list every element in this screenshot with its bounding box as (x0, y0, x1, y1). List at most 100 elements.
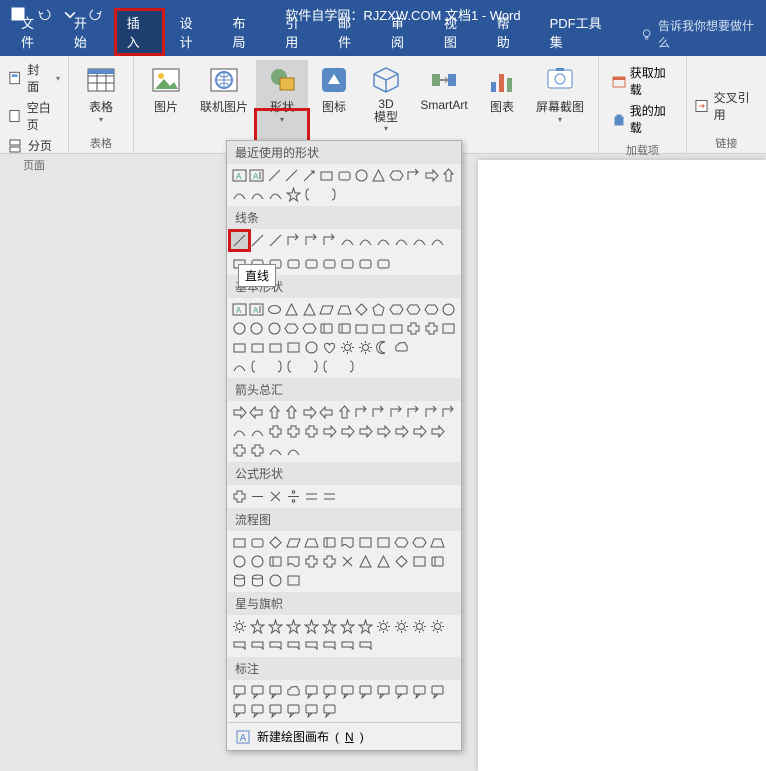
shape-tri[interactable] (375, 553, 392, 570)
shape-darrow[interactable] (283, 404, 299, 421)
shape-rarrow[interactable] (357, 423, 374, 440)
shape-rarrow[interactable] (231, 404, 247, 421)
tab-design[interactable]: 设计 (167, 8, 218, 56)
shape-tri[interactable] (283, 301, 299, 318)
tab-pdf[interactable]: PDF工具集 (537, 8, 625, 56)
shape-rect[interactable] (388, 320, 404, 337)
shape-plus[interactable] (267, 423, 284, 440)
shape-generic[interactable] (375, 534, 392, 551)
shape-callout[interactable] (231, 683, 248, 700)
shape-star[interactable] (267, 618, 284, 635)
shape-rarrow[interactable] (423, 167, 439, 184)
shape-plus[interactable] (249, 442, 266, 459)
shape-can[interactable] (321, 534, 338, 551)
shape-curve[interactable] (231, 358, 248, 375)
shape-rrect[interactable] (375, 255, 392, 272)
shape-curve[interactable] (393, 232, 410, 249)
shape-curve[interactable] (339, 232, 356, 249)
shape-curve[interactable] (411, 232, 428, 249)
shape-can[interactable] (267, 553, 284, 570)
shape-circ[interactable] (266, 320, 282, 337)
shape-rarrow[interactable] (375, 423, 392, 440)
shape-sun[interactable] (429, 618, 446, 635)
shape-plus[interactable] (285, 423, 302, 440)
shape-line[interactable] (249, 232, 266, 249)
shape-plus[interactable] (406, 320, 422, 337)
shape-plus[interactable] (231, 442, 248, 459)
shape-trapez[interactable] (429, 534, 446, 551)
tab-mailings[interactable]: 邮件 (325, 8, 376, 56)
shape-hex[interactable] (411, 534, 428, 551)
shape-circ[interactable] (231, 553, 248, 570)
shape-tri[interactable] (357, 553, 374, 570)
tab-review[interactable]: 审阅 (378, 8, 429, 56)
shape-brace[interactable] (285, 358, 302, 375)
shape-moon[interactable] (375, 339, 392, 356)
shape-sun[interactable] (375, 618, 392, 635)
shape-callout[interactable] (375, 683, 392, 700)
tab-view[interactable]: 视图 (431, 8, 482, 56)
shape-darrow[interactable] (336, 404, 352, 421)
shape-rarrow[interactable] (339, 423, 356, 440)
shape-rect[interactable] (231, 339, 248, 356)
shape-cylinder[interactable] (249, 572, 266, 589)
shape-curve[interactable] (429, 232, 446, 249)
screenshot-button[interactable]: 屏幕截图▾ (528, 60, 592, 151)
shape-circ[interactable] (303, 339, 320, 356)
shape-cloud[interactable] (285, 683, 302, 700)
shape-rarrow[interactable] (411, 423, 428, 440)
shape-sun[interactable] (411, 618, 428, 635)
shape-banner[interactable] (249, 637, 266, 654)
shape-star[interactable] (321, 618, 338, 635)
shape-rect[interactable] (371, 320, 387, 337)
shape-hex[interactable] (393, 534, 410, 551)
shape-heart[interactable] (321, 339, 338, 356)
shape-hex[interactable] (406, 301, 422, 318)
shape-pent[interactable] (371, 301, 387, 318)
shape-textbox[interactable]: A (231, 301, 247, 318)
icons-button[interactable]: 图标 (308, 60, 360, 151)
cover-page-button[interactable]: 封面▾ (6, 60, 62, 96)
tab-help[interactable]: 帮助 (484, 8, 535, 56)
shape-curve[interactable] (357, 232, 374, 249)
shape-callout[interactable] (285, 702, 302, 719)
shape-minus[interactable] (249, 488, 266, 505)
shape-callout[interactable] (321, 702, 338, 719)
shape-textboxv[interactable]: A (248, 167, 264, 184)
smartart-button[interactable]: SmartArt (412, 60, 476, 151)
shapes-button[interactable]: 形状▾ (256, 60, 308, 151)
shape-sun[interactable] (393, 618, 410, 635)
shape-rrect[interactable] (336, 167, 352, 184)
shape-brace[interactable] (303, 186, 320, 203)
shape-callout[interactable] (267, 702, 284, 719)
shape-star[interactable] (339, 618, 356, 635)
new-canvas-button[interactable]: A 新建绘图画布(N) (227, 722, 461, 750)
shape-rect[interactable] (249, 339, 266, 356)
shape-larrow[interactable] (318, 404, 334, 421)
shape-sun[interactable] (231, 618, 248, 635)
shape-plus[interactable] (423, 320, 439, 337)
shape-mult[interactable] (267, 488, 284, 505)
shape-brace2[interactable] (339, 358, 356, 375)
shape-banner[interactable] (267, 637, 284, 654)
shape-banner[interactable] (339, 637, 356, 654)
shape-generic[interactable] (357, 534, 374, 551)
shape-plus[interactable] (303, 423, 320, 440)
shape-doc[interactable] (339, 534, 356, 551)
shape-diamond[interactable] (267, 534, 284, 551)
shape-line[interactable] (228, 229, 251, 252)
get-addins-button[interactable]: 获取加载 (611, 64, 674, 98)
shape-rect[interactable] (231, 534, 248, 551)
shape-rarrow[interactable] (429, 423, 446, 440)
shape-plus[interactable] (321, 553, 338, 570)
shape-tri[interactable] (301, 301, 317, 318)
3d-models-button[interactable]: 3D 模型▾ (360, 60, 412, 151)
shape-banner[interactable] (303, 637, 320, 654)
shape-trapez[interactable] (336, 301, 352, 318)
shape-ellipse[interactable] (266, 301, 282, 318)
shape-banner[interactable] (231, 637, 248, 654)
shape-rrect[interactable] (339, 255, 356, 272)
shape-curve[interactable] (231, 423, 248, 440)
shape-curve[interactable] (267, 442, 284, 459)
shape-larrow[interactable] (248, 404, 264, 421)
